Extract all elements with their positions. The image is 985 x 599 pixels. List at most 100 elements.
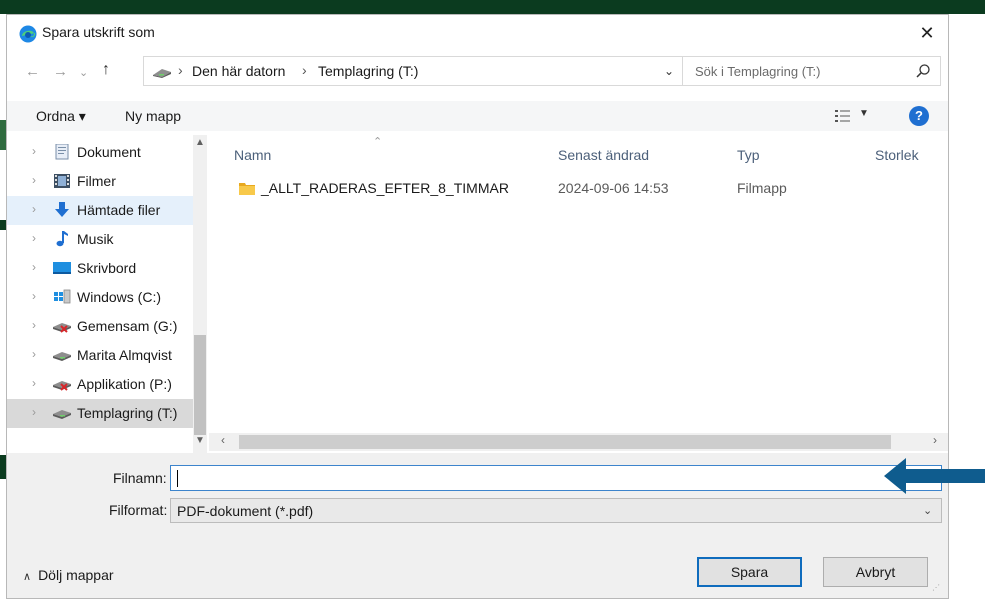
command-toolbar: Ordna ▾ Ny mapp ▼ ? — [7, 101, 948, 131]
file-row-name[interactable]: _ALLT_RADERAS_EFTER_8_TIMMAR — [261, 180, 509, 196]
search-box[interactable]: Sök i Templagring (T:) — [682, 56, 941, 86]
nav-item-marita-almqvist[interactable]: › Marita Almqvist — [7, 341, 195, 370]
forward-arrow-icon[interactable]: → — [53, 63, 68, 80]
filename-input[interactable] — [170, 465, 942, 491]
nav-item-label: Applikation (P:) — [77, 376, 172, 392]
disconnected-drive-icon — [53, 381, 71, 391]
column-header-type[interactable]: Typ — [737, 147, 760, 163]
breadcrumb-separator: › — [302, 62, 307, 78]
expand-chevron-icon[interactable]: › — [32, 347, 36, 361]
expand-chevron-icon[interactable]: › — [32, 260, 36, 274]
horizontal-scrollbar-thumb[interactable] — [239, 435, 891, 449]
nav-item-label: Windows (C:) — [77, 289, 162, 305]
file-row-type: Filmapp — [737, 180, 787, 196]
nav-item-musik[interactable]: › Musik — [7, 225, 195, 254]
nav-item-label: Dokument — [77, 144, 141, 160]
nav-item-windows-c[interactable]: › Windows (C:) — [7, 283, 195, 312]
nav-item-label: Templagring (T:) — [77, 405, 178, 421]
videos-icon — [54, 174, 70, 188]
nav-item-dokument[interactable]: › Dokument — [7, 138, 195, 167]
network-drive-icon — [53, 352, 71, 361]
expand-chevron-icon[interactable]: › — [32, 202, 36, 216]
expand-chevron-icon[interactable]: › — [32, 173, 36, 187]
hide-folders-label: Dölj mappar — [38, 567, 114, 583]
file-row-modified: 2024-09-06 14:53 — [558, 180, 669, 196]
file-format-select[interactable]: PDF-dokument (*.pdf) ⌄ — [170, 498, 942, 523]
nav-item-label: Musik — [77, 231, 114, 247]
scroll-left-icon[interactable]: ‹ — [221, 433, 225, 447]
breadcrumb-templagring[interactable]: Templagring (T:) — [318, 63, 418, 79]
background-top-strip — [0, 0, 985, 14]
new-folder-button[interactable]: Ny mapp — [125, 108, 181, 124]
network-drive-icon — [53, 410, 71, 419]
annotation-arrow-icon — [884, 458, 985, 494]
recent-locations-chevron-icon[interactable]: ⌄ — [79, 66, 88, 79]
cancel-button[interactable]: Avbryt — [823, 557, 928, 587]
breadcrumb-this-pc[interactable]: Den här datorn — [192, 63, 285, 79]
nav-item-filmer[interactable]: › Filmer — [7, 167, 195, 196]
back-arrow-icon[interactable]: ← — [25, 63, 40, 80]
expand-chevron-icon[interactable]: › — [32, 144, 36, 158]
file-list: Namn ⌃ Senast ändrad Typ Storlek _ALLT_R… — [209, 135, 948, 433]
chevron-down-icon[interactable]: ⌄ — [923, 504, 932, 517]
nav-item-applikation-p[interactable]: › Applikation (P:) — [7, 370, 195, 399]
expand-chevron-icon[interactable]: › — [32, 376, 36, 390]
save-button[interactable]: Spara — [697, 557, 802, 587]
windows-drive-icon — [54, 289, 71, 304]
expand-chevron-icon[interactable]: › — [32, 405, 36, 419]
address-bar[interactable]: › Den här datorn › Templagring (T:) ⌄ ↻ — [143, 56, 716, 86]
breadcrumb-separator: › — [178, 62, 183, 78]
expand-chevron-icon[interactable]: › — [32, 318, 36, 332]
navigation-pane: › Dokument › Filmer › Hämtade filer › Mu… — [7, 135, 207, 455]
save-dialog: Spara utskrift som ✕ ← → ⌄ ↑ › Den här d… — [6, 14, 949, 599]
column-header-label: Namn — [234, 147, 272, 163]
chevron-up-icon: ∧ — [23, 571, 32, 583]
file-format-label: Filformat: — [109, 502, 168, 518]
nav-item-label: Skrivbord — [77, 260, 137, 276]
nav-item-hamtade-filer[interactable]: › Hämtade filer — [7, 196, 195, 225]
nav-item-templagring-t[interactable]: › Templagring (T:) — [7, 399, 195, 428]
expand-chevron-icon[interactable]: › — [32, 289, 36, 303]
nav-item-label: Marita Almqvist — [77, 347, 172, 363]
scroll-right-icon[interactable]: › — [933, 433, 937, 447]
sort-ascending-icon: ⌃ — [373, 136, 383, 148]
search-placeholder: Sök i Templagring (T:) — [695, 64, 821, 79]
column-header-size[interactable]: Storlek — [875, 147, 919, 163]
dialog-title: Spara utskrift som — [42, 24, 155, 40]
title-bar: Spara utskrift som ✕ — [7, 15, 948, 51]
organize-menu-button[interactable]: Ordna ▾ — [36, 108, 86, 125]
scroll-down-icon[interactable]: ▼ — [193, 435, 207, 446]
address-dropdown-chevron-icon[interactable]: ⌄ — [664, 64, 674, 78]
nav-item-label: Gemensam (G:) — [77, 318, 178, 334]
edge-browser-icon — [19, 25, 37, 43]
text-caret — [177, 470, 178, 487]
nav-pane-scrollbar-thumb[interactable] — [194, 335, 206, 435]
nav-item-label: Hämtade filer — [77, 202, 161, 218]
expand-chevron-icon[interactable]: › — [32, 231, 36, 245]
nav-item-skrivbord[interactable]: › Skrivbord — [7, 254, 195, 283]
music-icon — [56, 231, 68, 247]
save-options-pane: Filnamn: Filformat: PDF-dokument (*.pdf)… — [7, 453, 948, 598]
navigation-bar: ← → ⌄ ↑ › Den här datorn › Templagring (… — [7, 51, 948, 95]
nav-item-gemensam-g[interactable]: › Gemensam (G:) — [7, 312, 195, 341]
file-list-horizontal-scrollbar[interactable]: ‹ › — [209, 433, 948, 451]
file-format-value: PDF-dokument (*.pdf) — [177, 503, 314, 519]
view-options-icon[interactable] — [835, 109, 851, 123]
view-options-chevron-icon[interactable]: ▼ — [859, 108, 869, 119]
downloads-icon — [55, 202, 69, 217]
search-icon[interactable] — [915, 63, 931, 79]
documents-icon — [55, 144, 69, 160]
hide-folders-toggle[interactable]: ∧ Dölj mappar — [23, 567, 114, 583]
nav-item-label: Filmer — [77, 173, 116, 189]
up-arrow-icon[interactable]: ↑ — [102, 61, 110, 79]
close-button[interactable]: ✕ — [915, 21, 939, 45]
filename-label: Filnamn: — [113, 470, 167, 486]
help-icon[interactable]: ? — [909, 106, 929, 126]
scroll-up-icon[interactable]: ▲ — [193, 137, 207, 148]
desktop-icon — [53, 262, 71, 274]
network-drive-icon — [153, 69, 171, 78]
resize-grip-icon[interactable]: ⋰ — [932, 583, 940, 592]
column-header-name[interactable]: Namn — [234, 147, 271, 163]
disconnected-drive-icon — [53, 323, 71, 333]
column-header-modified[interactable]: Senast ändrad — [558, 147, 649, 163]
